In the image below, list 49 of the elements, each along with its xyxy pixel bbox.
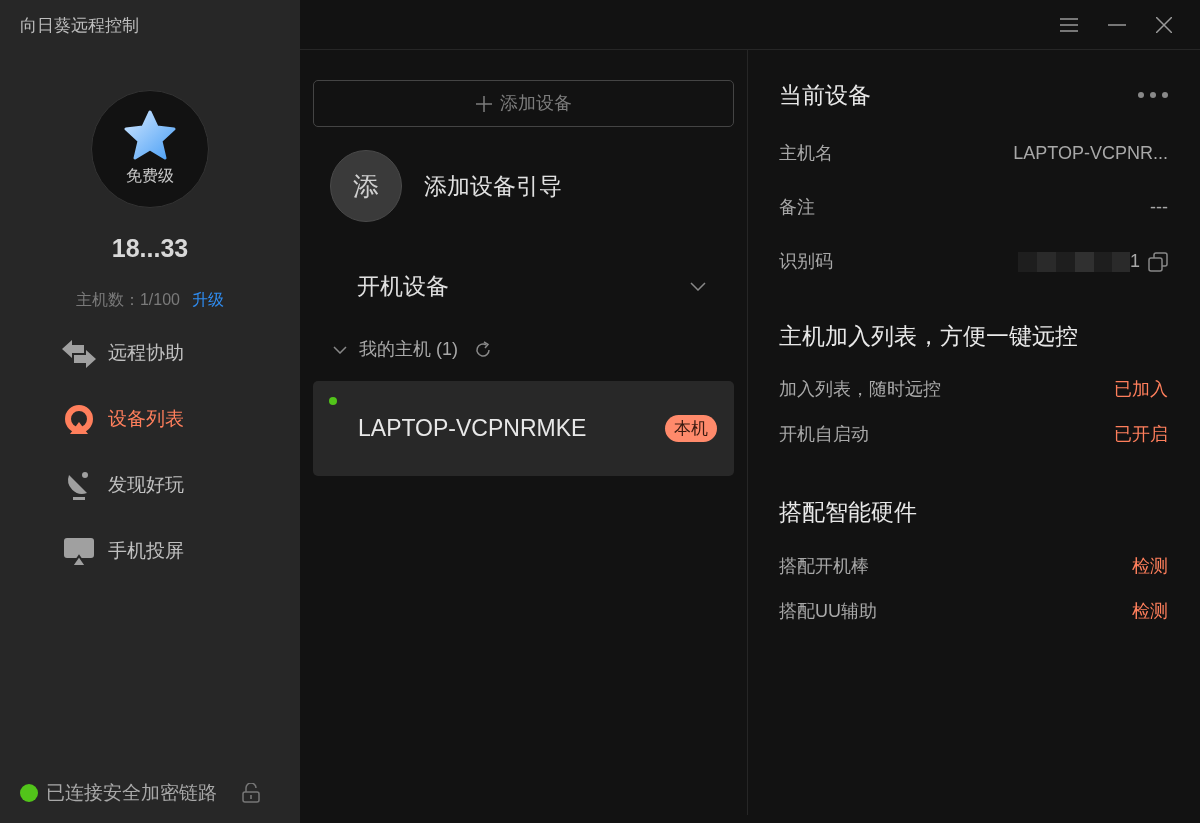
add-device-button[interactable]: 添加设备 [313,80,734,127]
plus-icon [475,95,492,112]
chevron-icon[interactable] [333,345,347,354]
guide-avatar: 添 [330,150,402,222]
membership-level: 免费级 [126,166,174,186]
setting-status[interactable]: 检测 [1132,597,1168,625]
host-count: 主机数：1/100 [75,289,180,310]
nav-item[interactable]: 发现好玩 [62,463,184,508]
menu-icon[interactable] [1060,17,1078,32]
setting-label: 搭配UU辅助 [779,599,877,623]
account-name: 18...33 [111,233,189,264]
setting-label: 加入列表，随时远控 [779,378,941,401]
more-icon[interactable] [1138,92,1168,99]
window-title: 向日葵远程控制 [20,16,139,35]
nav-item[interactable]: 远程协助 [62,331,184,376]
lock-icon [242,782,260,803]
info-value: LAPTOP-VCPNR... [1013,142,1168,165]
nav-item[interactable]: 手机投屏 [62,529,184,574]
section-title: 主机加入列表，方便一键远控 [779,321,1079,351]
setting-status[interactable]: 已加入 [1114,376,1168,403]
chevron-down-icon [690,281,706,291]
setting-status[interactable]: 检测 [1132,552,1168,580]
group-label[interactable]: 我的主机 (1) [359,336,458,363]
nav-item[interactable]: 设备列表 [62,397,184,442]
location-icon [64,404,94,435]
info-value: --- [1150,196,1168,219]
filter-dropdown[interactable]: 开机设备 [313,258,734,314]
info-label: 主机名 [779,142,833,165]
device-name: LAPTOP-VCPNRMKE [358,414,587,444]
setting-label: 开机自启动 [779,423,869,446]
star-icon [123,110,177,160]
info-label: 识别码 [779,250,833,273]
local-tag: 本机 [665,414,717,443]
add-device-guide[interactable]: 添加设备引导 [424,168,562,204]
copy-icon[interactable] [1148,251,1168,272]
panel-title: 当前设备 [779,81,871,110]
section-title: 搭配智能硬件 [779,498,918,527]
setting-status[interactable]: 已开启 [1114,421,1168,448]
minimize-icon[interactable] [1108,23,1126,26]
upgrade-link[interactable]: 升级 [192,287,224,312]
connection-status: 已连接安全加密链路 [46,780,217,805]
swap-arrows-icon [62,339,96,368]
info-label: 备注 [779,196,815,219]
refresh-icon[interactable] [474,340,492,359]
setting-label: 搭配开机棒 [779,554,869,578]
close-icon[interactable] [1156,16,1172,33]
screen-cast-icon [64,537,94,566]
info-value: 1 [1130,250,1140,273]
device-card[interactable]: LAPTOP-VCPNRMKE 本机 [313,381,734,476]
